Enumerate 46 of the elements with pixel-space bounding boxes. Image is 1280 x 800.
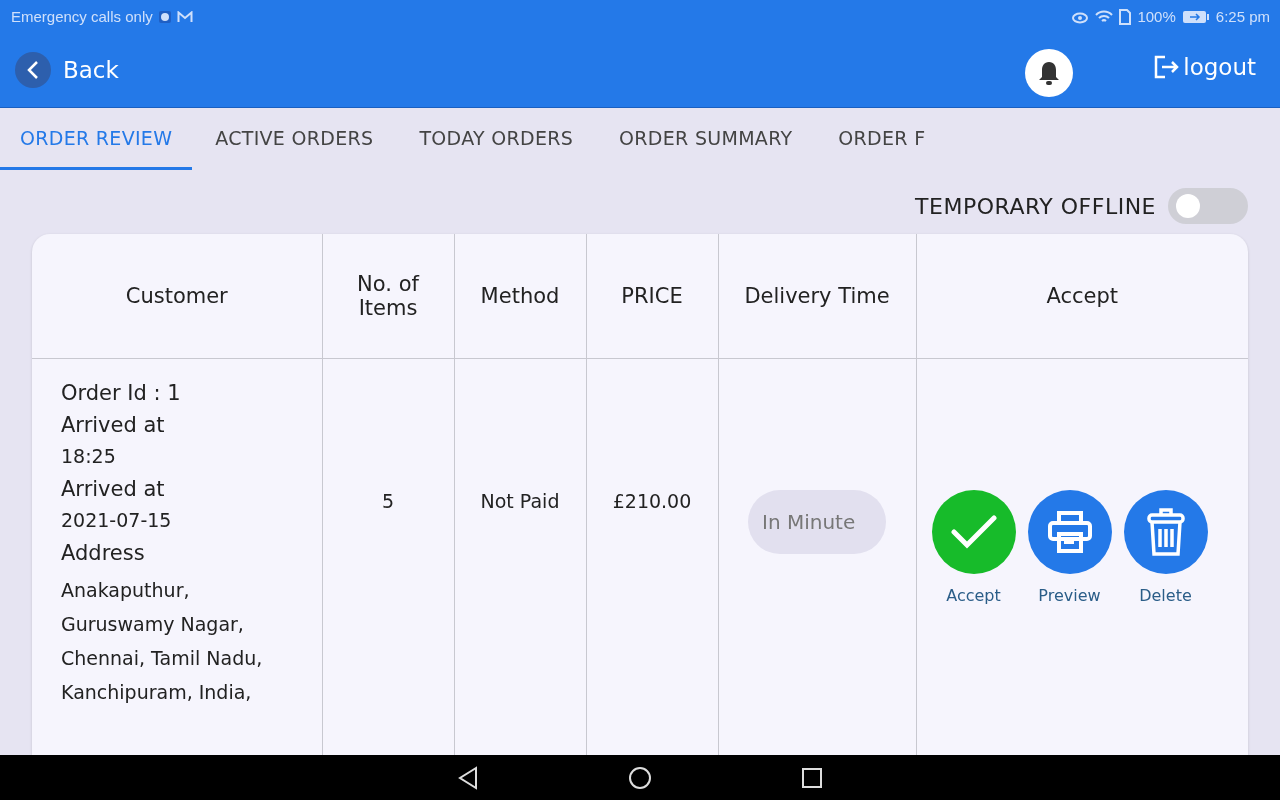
recents-nav-icon[interactable] — [802, 767, 822, 788]
tab[interactable]: TODAY ORDERS — [396, 108, 597, 170]
column-header: Method — [480, 284, 560, 308]
back-nav-icon[interactable] — [458, 765, 478, 790]
checkmark-icon — [950, 515, 997, 549]
field-label: Address — [61, 541, 146, 565]
action-label: Delete — [1139, 586, 1192, 605]
wifi-icon — [1095, 9, 1114, 24]
bell-icon — [1038, 60, 1061, 86]
home-nav-icon[interactable] — [628, 765, 652, 790]
offline-switch[interactable] — [1168, 188, 1248, 224]
action-label: Preview — [1038, 586, 1101, 605]
field-label: Arrived at — [61, 477, 166, 501]
item-count: 5 — [381, 490, 395, 512]
address-text: Anakaputhur, Guruswamy Nagar, Chennai, Tamil Nadu, Kanchipuram, India, — [61, 578, 264, 705]
tab[interactable]: ORDER SUMMARY — [596, 108, 816, 170]
column-header: Accept — [1046, 284, 1119, 308]
sim-icon — [1119, 8, 1132, 25]
chevron-left-icon — [27, 60, 39, 80]
logout-icon — [1153, 54, 1180, 80]
payment-method: Not Paid — [480, 490, 560, 512]
order-id: Order Id : 1 — [61, 381, 182, 405]
notification-icon — [158, 10, 171, 23]
notification-button[interactable] — [1025, 49, 1074, 97]
back-button[interactable]: Back — [15, 52, 119, 88]
tab[interactable]: ACTIVE ORDERS — [192, 108, 397, 170]
field-label: Arrived at — [61, 413, 166, 437]
action-label: Accept — [946, 586, 1001, 605]
carrier-text: Emergency calls only — [11, 8, 153, 25]
column-header: PRICE — [621, 284, 683, 308]
logout-button[interactable]: logout — [1153, 54, 1256, 80]
arrival-time: 18:25 — [61, 445, 117, 467]
battery-icon — [1181, 9, 1210, 24]
mail-icon — [176, 10, 193, 23]
price: £210.00 — [612, 490, 692, 512]
tab[interactable]: ORDER F — [815, 108, 926, 170]
trash-icon — [1145, 507, 1186, 557]
delivery-time-field[interactable]: In Minute — [748, 490, 886, 554]
battery-percent: 100% — [1137, 8, 1176, 25]
clock-time: 6:25 pm — [1215, 8, 1270, 25]
offline-label: TEMPORARY OFFLINE — [915, 193, 1156, 219]
column-header: Delivery Time — [744, 284, 890, 308]
column-header: No. of Items — [356, 272, 421, 320]
column-header: Customer — [125, 284, 228, 308]
printer-icon — [1046, 510, 1093, 554]
arrival-date: 2021-07-15 — [61, 509, 173, 531]
